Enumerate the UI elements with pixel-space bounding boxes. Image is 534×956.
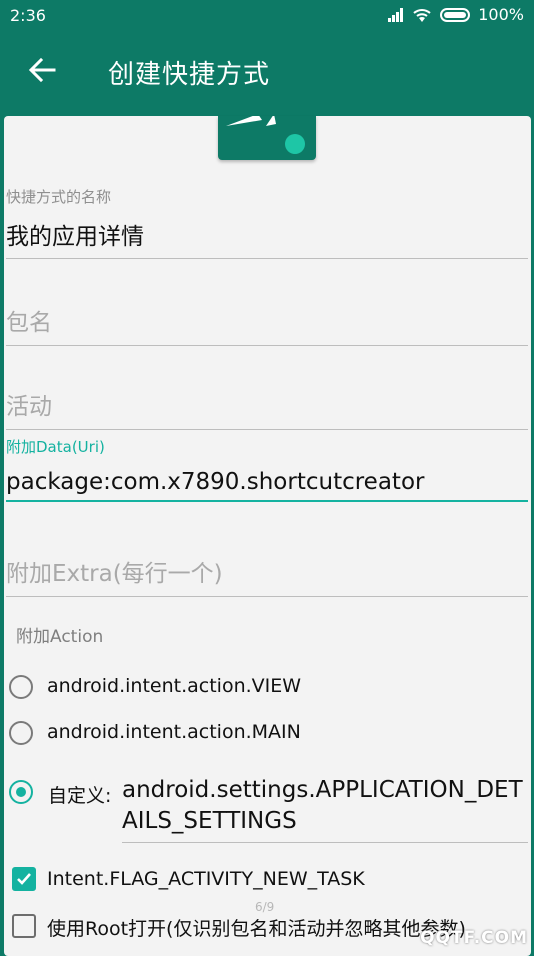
radio-action-custom-label[interactable]: 自定义: — [48, 781, 111, 808]
extra-underline — [6, 596, 528, 597]
root-checkbox[interactable] — [12, 914, 36, 938]
new-task-label[interactable]: Intent.FLAG_ACTIVITY_NEW_TASK — [47, 868, 365, 890]
watermark: QQTF.COM — [420, 928, 528, 948]
battery-level: 100% — [478, 5, 524, 24]
battery-icon — [440, 7, 471, 22]
data-uri-label: 附加Data(Uri) — [6, 438, 105, 456]
shortcut-name-label: 快捷方式的名称 — [6, 188, 112, 206]
status-time: 2:36 — [10, 6, 46, 25]
app-bar: 创建快捷方式 — [0, 32, 534, 114]
radio-action-view-label[interactable]: android.intent.action.VIEW — [47, 675, 301, 697]
action-section-label: 附加Action — [16, 627, 104, 647]
root-label[interactable]: 使用Root打开(仅识别包名和活动并忽略其他参数) — [47, 914, 466, 941]
icon-badge-dot — [285, 134, 305, 154]
shortcut-name-underline — [6, 258, 528, 259]
radio-action-main-label[interactable]: android.intent.action.MAIN — [47, 721, 301, 743]
wifi-icon — [413, 8, 431, 22]
shortcut-name-value[interactable]: 我的应用详情 — [6, 217, 528, 251]
new-task-checkbox[interactable] — [12, 867, 36, 891]
checkmark-icon — [17, 873, 31, 885]
activity-field[interactable]: 活动 — [6, 387, 528, 430]
radio-action-view[interactable] — [9, 675, 33, 699]
radio-action-custom[interactable] — [9, 780, 33, 804]
radio-action-main[interactable] — [9, 721, 33, 745]
data-uri-underline — [6, 500, 528, 502]
page-indicator: 6/9 — [255, 900, 275, 914]
status-bar: 2:36 100% — [0, 0, 534, 32]
extra-input[interactable]: 附加Extra(每行一个) — [6, 554, 528, 588]
shortcut-icon-picker[interactable] — [218, 116, 316, 160]
package-underline — [6, 345, 528, 346]
shortcut-name-field[interactable]: 快捷方式的名称 我的应用详情 — [6, 186, 528, 259]
package-input[interactable]: 包名 — [6, 303, 528, 337]
package-field[interactable]: 包名 — [6, 303, 528, 346]
page-title: 创建快捷方式 — [108, 60, 271, 90]
activity-underline — [6, 429, 528, 430]
status-icons: 100% — [388, 5, 524, 24]
activity-input[interactable]: 活动 — [6, 387, 528, 421]
back-arrow-icon[interactable] — [26, 54, 58, 86]
custom-action-underline — [122, 842, 528, 843]
data-uri-field[interactable]: 附加Data(Uri) package:com.x7890.shortcutcr… — [6, 436, 528, 502]
data-uri-input[interactable]: package:com.x7890.shortcutcreator — [6, 469, 528, 495]
signal-icon — [388, 7, 404, 22]
extra-field[interactable]: 附加Extra(每行一个) — [6, 554, 528, 597]
custom-action-input[interactable]: android.settings.APPLICATION_DETAILS_SET… — [122, 775, 528, 837]
